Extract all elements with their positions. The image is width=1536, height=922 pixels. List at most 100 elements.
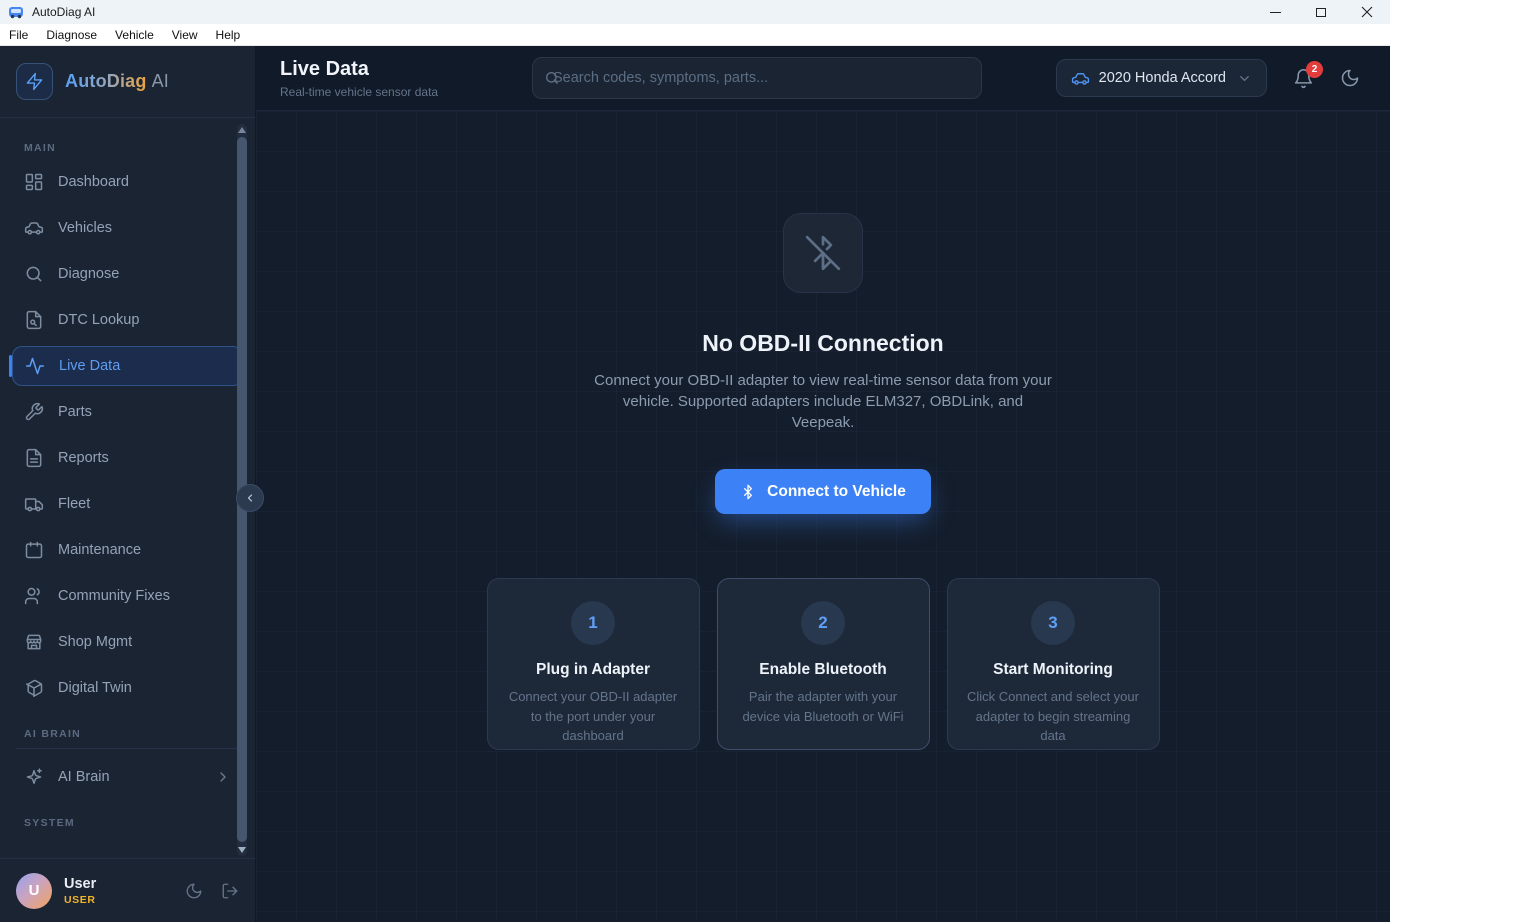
sidebar-nav: MAIN Dashboard Vehicles Diagnose DTC Loo…	[0, 118, 255, 858]
sidebar-item-fleet[interactable]: Fleet	[12, 484, 243, 524]
menu-view[interactable]: View	[163, 26, 207, 44]
menu-vehicle[interactable]: Vehicle	[106, 26, 163, 44]
sidebar-item-diagnose[interactable]: Diagnose	[12, 254, 243, 294]
chevron-down-icon	[1237, 71, 1252, 86]
sidebar-item-parts[interactable]: Parts	[12, 392, 243, 432]
sidebar-item-community-fixes[interactable]: Community Fixes	[12, 576, 243, 616]
sidebar-item-label: Digital Twin	[58, 680, 132, 696]
app-icon	[8, 4, 24, 20]
section-label-ai-brain: AI BRAIN	[24, 728, 231, 740]
connect-button-label: Connect to Vehicle	[767, 483, 906, 501]
sidebar-item-live-data[interactable]: Live Data	[12, 346, 243, 386]
notifications-button[interactable]: 2	[1293, 68, 1314, 89]
store-icon	[24, 632, 44, 652]
menu-bar: File Diagnose Vehicle View Help	[0, 24, 1390, 46]
user-name: User	[64, 876, 96, 892]
sidebar-item-label: Fleet	[58, 496, 90, 512]
connect-to-vehicle-button[interactable]: Connect to Vehicle	[715, 469, 931, 514]
step-description: Pair the adapter with your device via Bl…	[734, 687, 913, 726]
sidebar: AutoDiagAI MAIN Dashboard Vehicles Diagn…	[0, 46, 256, 922]
sidebar-item-shop-mgmt[interactable]: Shop Mgmt	[12, 622, 243, 662]
minimize-icon	[1270, 12, 1281, 13]
sidebar-item-dashboard[interactable]: Dashboard	[12, 162, 243, 202]
logout-icon	[221, 882, 239, 900]
app-window: AutoDiag AI File Diagnose Vehicle View H…	[0, 0, 1390, 922]
users-icon	[24, 586, 44, 606]
bluetooth-icon	[740, 484, 756, 500]
moon-icon	[185, 882, 203, 900]
sidebar-item-label: DTC Lookup	[58, 312, 139, 328]
user-role-badge: USER	[64, 894, 96, 906]
search-icon	[24, 264, 44, 284]
empty-state-description: Connect your OBD-II adapter to view real…	[592, 370, 1054, 433]
cube-icon	[24, 678, 44, 698]
chevron-left-icon	[244, 492, 256, 504]
notification-badge: 2	[1306, 61, 1323, 78]
page-title: Live Data	[280, 58, 516, 81]
sidebar-item-vehicles[interactable]: Vehicles	[12, 208, 243, 248]
dark-mode-toggle[interactable]	[1340, 68, 1360, 88]
wrench-icon	[24, 402, 44, 422]
sidebar-item-label: Dashboard	[58, 174, 129, 190]
desktop: AutoDiag AI File Diagnose Vehicle View H…	[0, 0, 1536, 922]
close-button[interactable]	[1344, 0, 1390, 24]
minimize-button[interactable]	[1252, 0, 1298, 24]
moon-icon	[1340, 68, 1360, 88]
logout-button[interactable]	[221, 882, 239, 900]
sidebar-item-maintenance[interactable]: Maintenance	[12, 530, 243, 570]
step-number-badge: 1	[571, 601, 615, 645]
step-title: Plug in Adapter	[504, 661, 683, 679]
sparkles-icon	[24, 767, 44, 787]
sidebar-item-label: Vehicles	[58, 220, 112, 236]
sidebar-item-reports[interactable]: Reports	[12, 438, 243, 478]
sidebar-item-label: Reports	[58, 450, 109, 466]
maximize-button[interactable]	[1298, 0, 1344, 24]
selected-vehicle: 2020 Honda Accord	[1099, 70, 1226, 86]
empty-state-title: No OBD-II Connection	[702, 330, 943, 357]
window-controls	[1252, 0, 1390, 24]
bluetooth-off-icon	[783, 213, 863, 293]
live-data-content: No OBD-II Connection Connect your OBD-II…	[256, 111, 1390, 922]
section-divider	[16, 748, 239, 749]
vehicle-selector[interactable]: 2020 Honda Accord	[1056, 59, 1267, 97]
menu-file[interactable]: File	[4, 26, 37, 44]
sidebar-item-dtc-lookup[interactable]: DTC Lookup	[12, 300, 243, 340]
sidebar-item-ai-brain[interactable]: AI Brain	[12, 757, 243, 797]
sidebar-logo: AutoDiagAI	[0, 46, 255, 118]
menu-help[interactable]: Help	[207, 26, 250, 44]
theme-moon-button[interactable]	[185, 882, 203, 900]
step-title: Enable Bluetooth	[734, 661, 913, 679]
menu-diagnose[interactable]: Diagnose	[37, 26, 106, 44]
sidebar-item-label: Parts	[58, 404, 92, 420]
sidebar-collapse-button[interactable]	[236, 484, 264, 512]
close-icon	[1361, 6, 1373, 18]
sidebar-item-label: Maintenance	[58, 542, 141, 558]
page-header: Live Data Real-time vehicle sensor data …	[256, 46, 1390, 111]
setup-steps: 1 Plug in Adapter Connect your OBD-II ad…	[487, 578, 1160, 750]
sidebar-item-label: Diagnose	[58, 266, 119, 282]
scroll-up-arrow-icon[interactable]	[238, 127, 246, 133]
sidebar-item-label: AI Brain	[58, 769, 110, 785]
sidebar-item-digital-twin[interactable]: Digital Twin	[12, 668, 243, 708]
truck-icon	[24, 494, 44, 514]
step-number-badge: 2	[801, 601, 845, 645]
step-card-enable-bluetooth: 2 Enable Bluetooth Pair the adapter with…	[717, 578, 930, 750]
step-description: Connect your OBD-II adapter to the port …	[504, 687, 683, 746]
section-label-system: SYSTEM	[24, 817, 231, 829]
car-icon	[24, 218, 44, 238]
step-title: Start Monitoring	[964, 661, 1143, 679]
file-search-icon	[24, 310, 44, 330]
title-bar: AutoDiag AI	[0, 0, 1390, 24]
lightning-bolt-icon	[16, 63, 53, 100]
brand-name: AutoDiagAI	[65, 71, 169, 92]
sidebar-item-label: Shop Mgmt	[58, 634, 132, 650]
maximize-icon	[1316, 8, 1326, 17]
window-title: AutoDiag AI	[32, 5, 95, 19]
step-description: Click Connect and select your adapter to…	[964, 687, 1143, 746]
avatar: U	[16, 873, 52, 909]
main-panel: Live Data Real-time vehicle sensor data …	[256, 46, 1390, 922]
dashboard-icon	[24, 172, 44, 192]
search-input[interactable]	[532, 57, 982, 99]
activity-icon	[25, 356, 45, 376]
scroll-down-arrow-icon[interactable]	[238, 847, 246, 853]
